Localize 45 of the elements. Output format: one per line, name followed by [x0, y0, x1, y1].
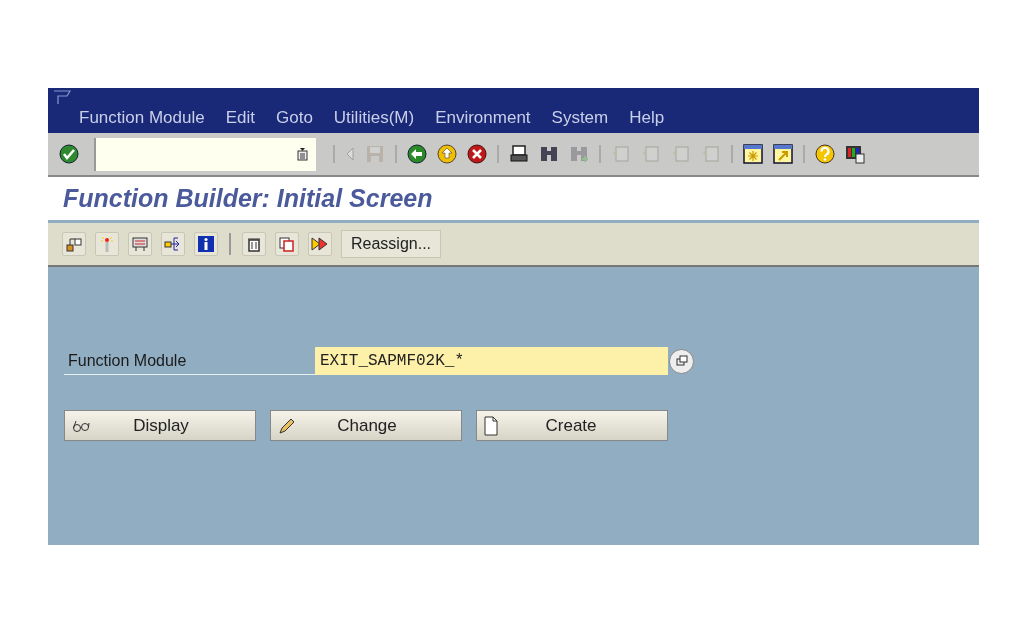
screen-title: Function Builder: Initial Screen	[63, 182, 433, 214]
where-used-icon	[164, 235, 182, 253]
reassign-button[interactable]: Reassign...	[341, 230, 442, 258]
cancel-icon[interactable]	[466, 143, 488, 165]
value-help-button[interactable]	[669, 348, 694, 374]
hierarchy-icon	[65, 235, 83, 253]
trash-icon	[245, 235, 263, 253]
function-module-field[interactable]: EXIT_SAPMF02K_*	[315, 347, 668, 375]
history-icon[interactable]	[297, 147, 308, 161]
menu-item[interactable]: System	[551, 106, 609, 130]
info-icon	[197, 235, 215, 253]
shortcut-icon[interactable]	[772, 143, 794, 165]
back-icon[interactable]	[406, 143, 428, 165]
rename-icon	[311, 235, 329, 253]
trash-button[interactable]	[242, 232, 266, 256]
create-button[interactable]: Create	[476, 410, 668, 441]
new-window-icon[interactable]	[742, 143, 764, 165]
print-icon[interactable]	[508, 143, 530, 165]
command-field[interactable]	[94, 137, 316, 171]
display-object-icon	[131, 235, 149, 253]
change-button[interactable]: Change	[270, 410, 462, 441]
menu-item[interactable]: Edit	[225, 106, 255, 130]
light-icon	[98, 235, 116, 253]
display-button[interactable]: Display	[64, 410, 256, 441]
enter-icon[interactable]	[58, 143, 80, 165]
menu-item[interactable]: Goto	[276, 106, 313, 130]
exit-icon[interactable]	[436, 143, 458, 165]
copy-icon	[278, 235, 296, 253]
where-used-button[interactable]	[161, 232, 185, 256]
menu-item[interactable]: Environment	[435, 106, 531, 130]
hierarchy-button[interactable]	[62, 232, 86, 256]
layout-icon[interactable]	[844, 143, 866, 165]
info-button[interactable]	[194, 232, 218, 256]
field-label: Function Module	[64, 347, 315, 375]
menu-item[interactable]: Utilities(M)	[333, 106, 415, 130]
value-help-icon	[675, 355, 688, 367]
menu-item[interactable]: Help	[629, 106, 665, 130]
rename-button[interactable]	[308, 232, 332, 256]
display-object-button[interactable]	[128, 232, 152, 256]
pencil-icon	[277, 416, 297, 435]
menu-item[interactable]: Function Module	[79, 106, 205, 130]
blank-page-icon	[483, 415, 499, 436]
help-icon[interactable]	[814, 143, 836, 165]
copy-button[interactable]	[275, 232, 299, 256]
system-menu-icon[interactable]	[52, 90, 72, 106]
